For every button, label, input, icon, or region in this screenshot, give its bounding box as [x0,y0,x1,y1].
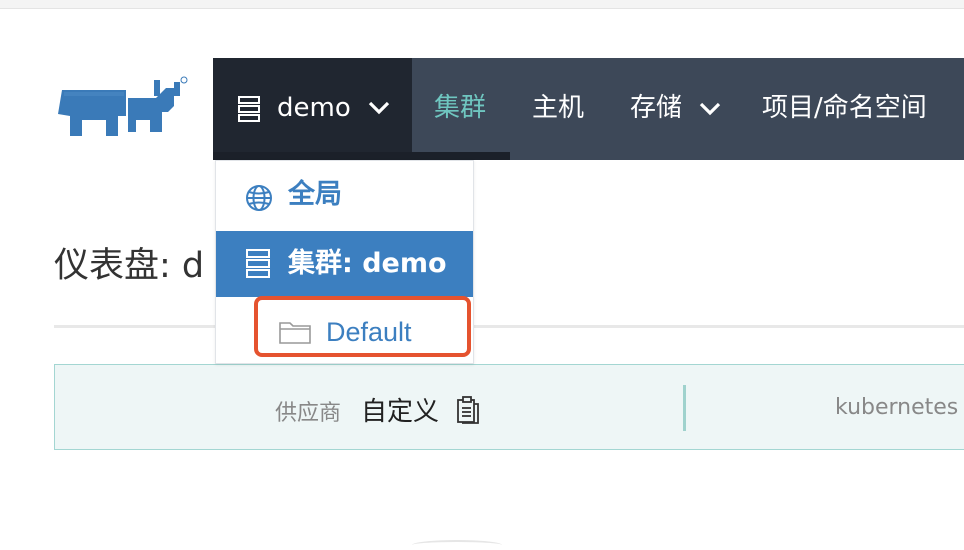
rancher-cow-icon [58,76,188,136]
nav-tab-storage-label: 存储 [630,93,683,123]
scope-selector-label: demo [277,93,351,123]
scope-dropdown-menu: 全局 集群: demo Default [215,160,474,364]
loading-arc [412,540,502,550]
top-nav-bar: demo 集群 主机 存储 项目/命名空间 [213,58,964,160]
title-divider [54,325,964,328]
clipboard-icon[interactable] [455,396,481,424]
dropdown-item-cluster-demo[interactable]: 集群: demo [216,231,473,297]
kubernetes-label: kubernetes [835,395,959,420]
scope-underline [213,152,510,160]
nav-tab-clusters[interactable]: 集群 [434,90,486,126]
server-stack-icon [246,249,270,278]
server-stack-icon [238,96,260,122]
chevron-down-icon [700,102,721,115]
folder-icon [279,322,311,344]
dropdown-item-cluster-label: 集群: demo [288,248,447,279]
dropdown-item-project-default[interactable]: Default [216,299,473,363]
rancher-logo[interactable] [54,76,188,138]
dropdown-item-global[interactable]: 全局 [216,163,473,227]
chevron-down-icon [368,101,390,115]
scope-selector-button[interactable]: demo [213,58,412,160]
window-top-border [0,0,964,9]
info-divider [683,385,686,431]
globe-icon [246,185,272,211]
dropdown-item-project-label: Default [326,317,412,347]
page-title: 仪表盘: d [54,246,205,286]
nav-tab-projects-namespaces[interactable]: 项目/命名空间 [762,90,927,126]
provider-value: 自定义 [361,397,440,427]
provider-key: 供应商 [275,401,342,426]
nav-tab-hosts[interactable]: 主机 [532,90,584,126]
dropdown-item-global-label: 全局 [288,179,342,210]
nav-tab-storage[interactable]: 存储 [630,90,722,126]
cluster-info-strip: 供应商 自定义 kubernetes [54,364,964,450]
